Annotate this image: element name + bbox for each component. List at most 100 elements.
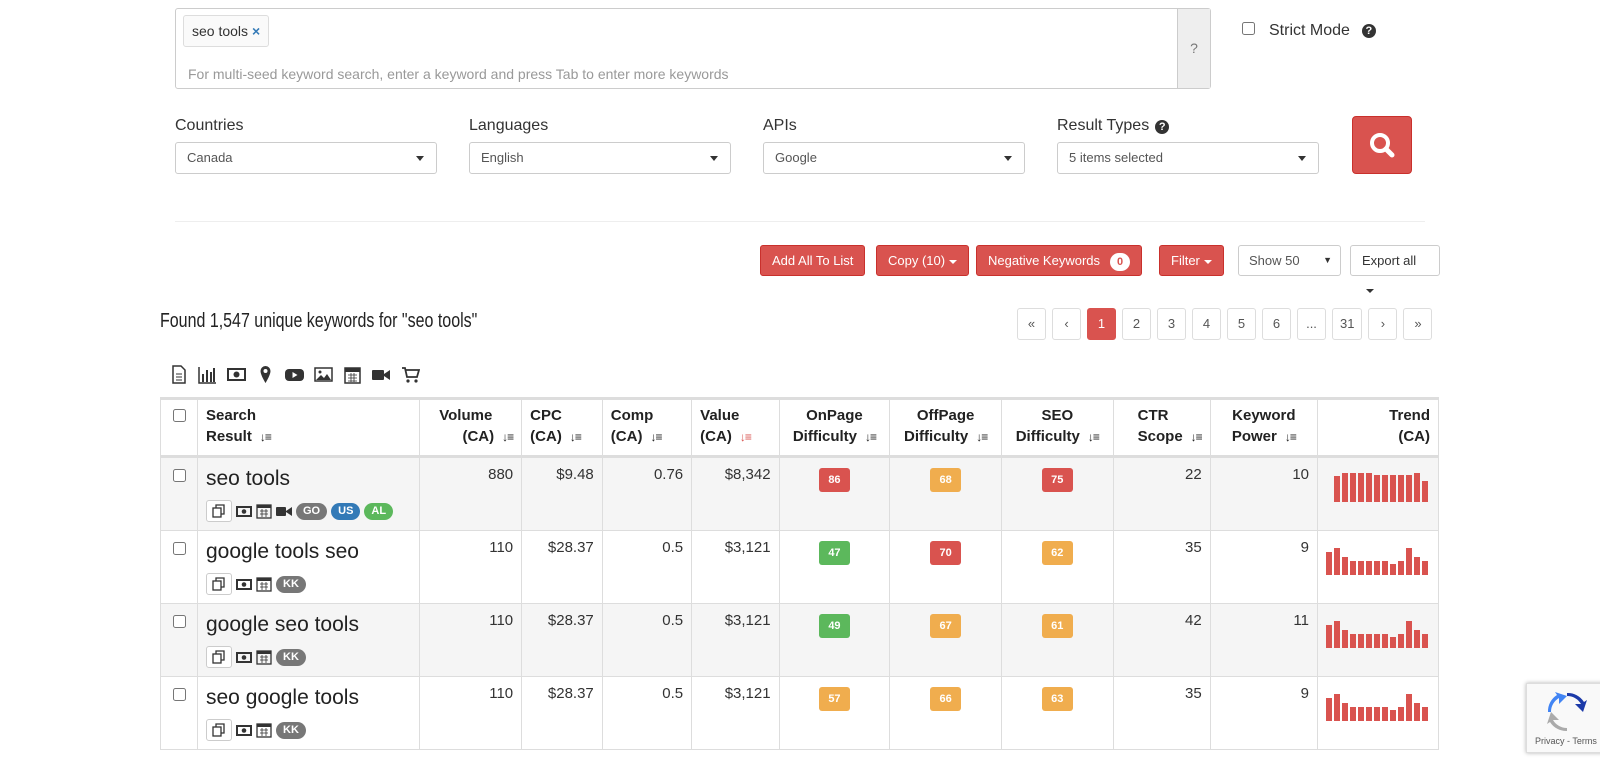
select-all-checkbox[interactable] <box>172 409 186 422</box>
copy-icon[interactable] <box>206 719 232 741</box>
header-search-result[interactable]: Search Result ↓≡ <box>196 397 421 458</box>
search-button[interactable] <box>1352 116 1412 174</box>
search-icon <box>1370 133 1395 158</box>
header-ctr-scope[interactable]: CTR Scope ↓≡ <box>1112 397 1211 458</box>
row-checkbox[interactable] <box>173 615 186 628</box>
pagination-item[interactable]: 31 <box>1332 308 1363 340</box>
source-badge: KK <box>276 721 306 739</box>
video-camera-icon[interactable] <box>372 365 391 384</box>
pagination-item[interactable]: ... <box>1297 308 1326 340</box>
tag-remove-icon[interactable]: × <box>252 23 260 39</box>
pagination-item[interactable]: 5 <box>1227 308 1256 340</box>
keyword-text[interactable]: google seo tools <box>206 612 411 638</box>
row-checkbox-cell <box>160 603 198 677</box>
recaptcha-text[interactable]: Privacy - Terms <box>1535 736 1597 746</box>
export-all-button[interactable]: Export all <box>1350 245 1440 293</box>
money-icon[interactable] <box>227 365 246 384</box>
row-checkbox[interactable] <box>173 469 186 482</box>
keyword-input[interactable] <box>188 66 1148 82</box>
header-value[interactable]: Value (CA) ↓≡ <box>691 397 780 458</box>
header-trend[interactable]: Trend (CA) <box>1317 397 1439 458</box>
recaptcha-badge[interactable]: Privacy - Terms <box>1526 683 1600 753</box>
pagination-item[interactable]: ‹ <box>1052 308 1081 340</box>
divider <box>175 221 1425 222</box>
money-icon[interactable] <box>236 649 252 665</box>
export-all-label: Export all <box>1362 253 1417 268</box>
strict-mode-checkbox[interactable] <box>1242 21 1255 35</box>
keyword-actions: KK <box>206 573 411 595</box>
shopping-cart-icon[interactable] <box>401 365 421 384</box>
copy-button[interactable]: Copy (10) <box>876 245 970 276</box>
copy-icon[interactable] <box>206 573 232 595</box>
trend-bar <box>1406 694 1412 721</box>
value-cell: $3,121 <box>691 530 780 604</box>
calendar-icon[interactable] <box>256 649 272 665</box>
filter-button[interactable]: Filter <box>1159 245 1224 276</box>
negative-keywords-button[interactable]: Negative Keywords 0 <box>976 245 1143 276</box>
pagination-item[interactable]: › <box>1368 308 1398 340</box>
keyword-text[interactable]: seo google tools <box>206 685 411 711</box>
pagination-item[interactable]: 4 <box>1192 308 1221 340</box>
keyword-power-cell: 11 <box>1209 603 1319 677</box>
youtube-icon[interactable] <box>285 365 304 384</box>
pagination-item[interactable]: 3 <box>1157 308 1186 340</box>
copy-icon[interactable] <box>206 646 232 668</box>
question-circle-icon[interactable]: ? <box>1361 24 1376 38</box>
calendar-icon[interactable] <box>343 365 362 384</box>
header-comp[interactable]: Comp (CA) ↓≡ <box>601 397 693 458</box>
apis-select[interactable]: Google <box>763 142 1025 174</box>
calendar-icon[interactable] <box>256 576 272 592</box>
sort-icon: ↓≡ <box>650 430 662 444</box>
sort-icon: ↓≡ <box>1190 430 1203 444</box>
offpage-difficulty-cell: 70 <box>889 530 1002 604</box>
header-volume[interactable]: Volume (CA) ↓≡ <box>419 397 523 458</box>
chevron-down-icon <box>1004 156 1012 161</box>
header-keyword-power[interactable]: Keyword Power ↓≡ <box>1209 397 1319 458</box>
keyword-text[interactable]: google tools seo <box>206 539 411 565</box>
header-seo-difficulty[interactable]: SEO Difficulty ↓≡ <box>1000 397 1114 458</box>
sort-icon: ↓≡ <box>502 430 514 444</box>
pagination-item[interactable]: « <box>1017 308 1046 340</box>
map-pin-icon[interactable] <box>256 365 275 384</box>
cpc-cell: $9.48 <box>521 456 603 531</box>
header-offpage-difficulty[interactable]: OffPage Difficulty ↓≡ <box>889 397 1002 458</box>
countries-select[interactable]: Canada <box>175 142 437 174</box>
money-icon[interactable] <box>236 722 252 738</box>
keyword-search-box[interactable]: seo tools× ? <box>175 8 1211 89</box>
negative-keywords-count-badge: 0 <box>1110 253 1131 271</box>
row-checkbox[interactable] <box>173 688 186 701</box>
header-onpage-difficulty[interactable]: OnPage Difficulty ↓≡ <box>778 397 891 458</box>
show-count-select[interactable]: Show 50 ▼ <box>1238 245 1341 276</box>
header-cpc[interactable]: CPC (CA) ↓≡ <box>521 397 603 458</box>
money-icon[interactable] <box>236 576 252 592</box>
document-icon[interactable] <box>169 365 188 384</box>
onpage-difficulty-badge: 49 <box>818 614 850 638</box>
keyword-cell: google seo tools KK <box>196 603 421 677</box>
pagination-item[interactable]: » <box>1403 308 1433 340</box>
add-all-to-list-button[interactable]: Add All To List <box>760 245 866 276</box>
bar-chart-icon[interactable] <box>198 365 217 384</box>
keyword-actions: GO US AL <box>206 500 411 522</box>
row-checkbox[interactable] <box>173 542 186 555</box>
image-icon[interactable] <box>314 365 333 384</box>
pagination-item[interactable]: 2 <box>1122 308 1151 340</box>
keywords-table: Search Result ↓≡ Volume (CA) ↓≡ CPC (CA) ↓≡ C… <box>160 397 1439 750</box>
table-row[interactable]: google tools seo KK 110 $28.37 0.5 $3,121 47 70… <box>160 530 1439 604</box>
table-row[interactable]: seo tools GO US AL 880 $9.48 0.76 $8,342 86 68 75 2… <box>160 456 1439 531</box>
keyword-text[interactable]: seo tools <box>206 466 411 492</box>
money-icon[interactable] <box>236 503 252 519</box>
search-help-button[interactable]: ? <box>1177 9 1210 88</box>
trend-bar <box>1350 561 1356 575</box>
question-circle-icon[interactable]: ? <box>1155 120 1170 134</box>
calendar-icon[interactable] <box>256 503 272 519</box>
calendar-icon[interactable] <box>256 722 272 738</box>
pagination-item[interactable]: 1 <box>1087 308 1116 340</box>
video-camera-icon[interactable] <box>276 503 292 519</box>
languages-select[interactable]: English <box>469 142 731 174</box>
result-types-select[interactable]: 5 items selected <box>1057 142 1319 174</box>
table-row[interactable]: seo google tools KK 110 $28.37 0.5 $3,121 57 66… <box>160 676 1439 750</box>
pagination-item[interactable]: 6 <box>1262 308 1291 340</box>
table-row[interactable]: google seo tools KK 110 $28.37 0.5 $3,121 49 67… <box>160 603 1439 677</box>
copy-icon[interactable] <box>206 500 232 522</box>
trend-bar <box>1422 561 1428 575</box>
